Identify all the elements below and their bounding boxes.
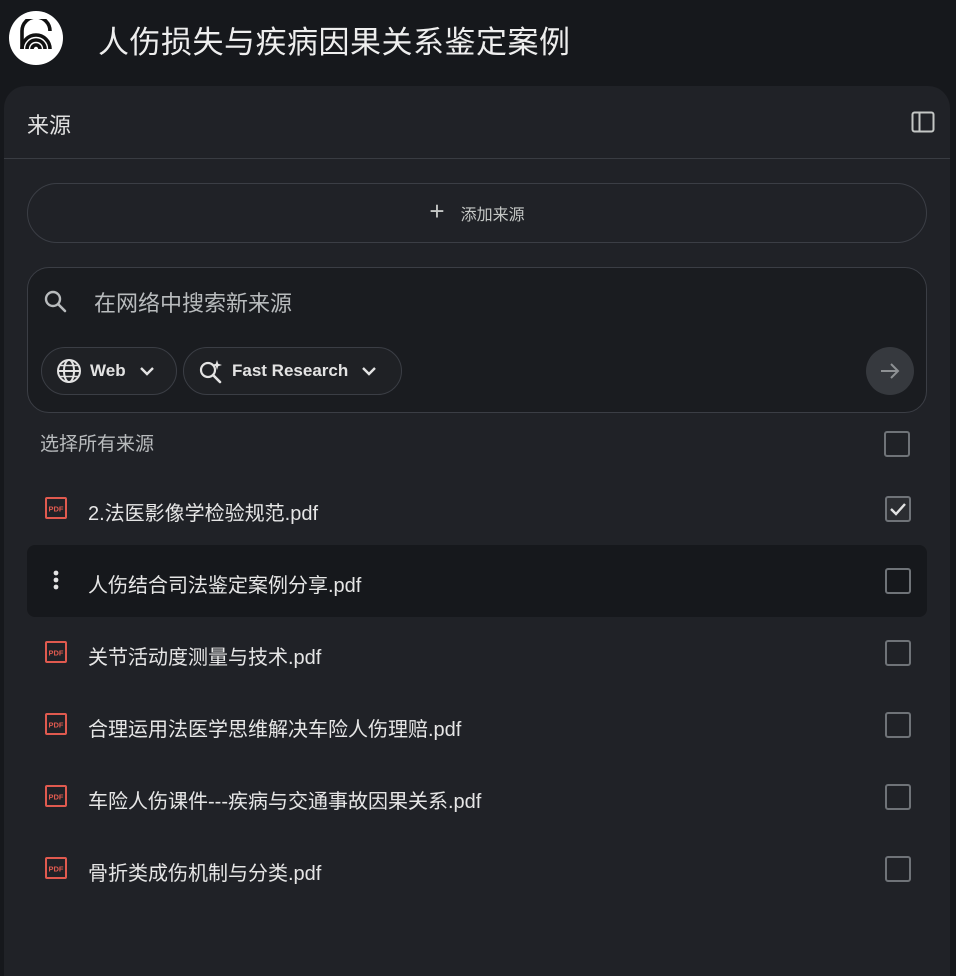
sparkle-search-icon — [198, 358, 224, 384]
source-item-label: 合理运用法医学思维解决车险人伤理赔.pdf — [88, 719, 462, 741]
source-item[interactable]: PDF 车险人伤课件---疾病与交通事故因果关系.pdf — [27, 761, 927, 833]
research-mode-label: Fast Research — [232, 361, 349, 380]
source-item[interactable]: PDF 骨折类成伤机制与分类.pdf — [27, 833, 927, 905]
chevron-down-icon — [138, 362, 156, 380]
globe-icon — [56, 358, 82, 384]
source-item-checkbox[interactable] — [885, 784, 911, 810]
source-item-checkbox[interactable] — [885, 640, 911, 666]
pdf-icon: PDF — [43, 711, 69, 737]
source-type-label: Web — [90, 361, 126, 380]
sources-panel: 来源 + 添加来源 在网络中搜索新来源 Web Fast Research 选择… — [4, 86, 950, 976]
web-search-box: Web Fast Research — [27, 267, 927, 413]
svg-text:PDF: PDF — [49, 649, 64, 658]
notebook-title[interactable]: 人伤损失与疾病因果关系鉴定案例 — [98, 17, 571, 62]
research-mode-dropdown[interactable]: Fast Research — [183, 347, 402, 395]
source-type-dropdown[interactable]: Web — [41, 347, 177, 395]
source-item-label: 车险人伤课件---疾病与交通事故因果关系.pdf — [88, 791, 482, 813]
source-item[interactable]: PDF 合理运用法医学思维解决车险人伤理赔.pdf — [27, 689, 927, 761]
source-item-label: 关节活动度测量与技术.pdf — [88, 647, 322, 669]
pdf-icon: PDF — [43, 639, 69, 665]
add-source-label: 添加来源 — [460, 207, 525, 224]
pdf-icon: PDF — [43, 495, 69, 521]
source-item[interactable]: PDF 2.法医影像学检验规范.pdf — [27, 473, 927, 545]
top-bar: 人伤损失与疾病因果关系鉴定案例 — [0, 0, 956, 80]
svg-text:PDF: PDF — [49, 505, 64, 514]
pdf-icon: PDF — [43, 855, 69, 881]
plus-icon: + — [429, 196, 445, 226]
source-item[interactable]: 人伤结合司法鉴定案例分享.pdf — [27, 545, 927, 617]
source-item-label: 2.法医影像学检验规范.pdf — [88, 503, 319, 525]
source-item[interactable]: PDF 关节活动度测量与技术.pdf — [27, 617, 927, 689]
notebook-logo-icon[interactable] — [9, 11, 63, 65]
search-input[interactable] — [92, 284, 872, 324]
select-all-label: 选择所有来源 — [40, 434, 155, 455]
panel-collapse-icon[interactable] — [909, 108, 937, 136]
add-source-button[interactable]: + 添加来源 — [27, 183, 927, 243]
sources-panel-header: 来源 — [4, 86, 950, 159]
pdf-icon: PDF — [43, 783, 69, 809]
source-item-label: 人伤结合司法鉴定案例分享.pdf — [88, 575, 362, 597]
arrow-right-icon — [881, 363, 900, 379]
source-item-label: 骨折类成伤机制与分类.pdf — [88, 863, 322, 885]
more-vert-icon[interactable] — [43, 567, 69, 593]
select-all-checkbox[interactable] — [884, 431, 910, 457]
source-item-checkbox[interactable] — [885, 568, 911, 594]
sources-panel-title: 来源 — [27, 113, 72, 138]
submit-search-button[interactable] — [866, 347, 914, 395]
source-item-checkbox[interactable] — [885, 856, 911, 882]
svg-text:PDF: PDF — [49, 721, 64, 730]
source-item-checkbox[interactable] — [885, 712, 911, 738]
chevron-down-icon — [360, 362, 378, 380]
svg-text:PDF: PDF — [49, 793, 64, 802]
svg-text:PDF: PDF — [49, 865, 64, 874]
search-icon — [42, 288, 70, 316]
source-item-checkbox[interactable] — [885, 496, 911, 522]
